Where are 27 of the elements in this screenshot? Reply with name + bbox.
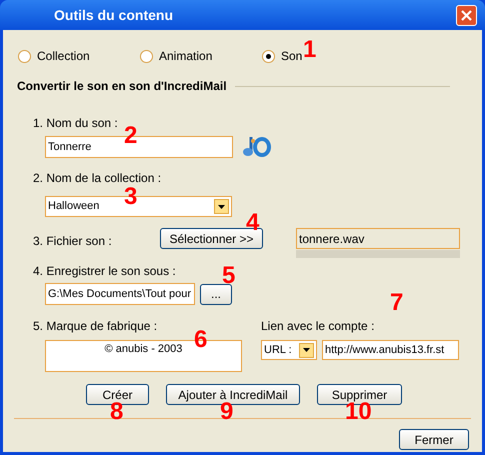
save-path-field[interactable]: G:\Mes Documents\Tout pour — [45, 283, 195, 305]
callout-number: 1 — [303, 38, 316, 62]
dropdown-caret-icon — [299, 342, 314, 358]
window-title: Outils du contenu — [54, 6, 173, 24]
field-label: 5. Marque de fabrique : — [33, 318, 158, 335]
radio-label[interactable]: Animation — [159, 47, 212, 65]
section-heading: Convertir le son en son d'IncrediMail — [17, 78, 227, 95]
callout-number: 7 — [390, 291, 404, 315]
radio-button[interactable] — [140, 50, 153, 62]
radio-label[interactable]: Collection — [37, 47, 90, 65]
dropdown-caret-icon — [214, 199, 229, 214]
field-label: 3. Fichier son : — [33, 233, 113, 250]
close-dialog-button[interactable]: Fermer — [399, 429, 469, 450]
field-label: Lien avec le compte : — [261, 318, 376, 335]
field-label: 2. Nom de la collection : — [33, 170, 162, 187]
field-label: 4. Enregistrer le son sous : — [33, 263, 176, 280]
close-icon — [461, 10, 472, 20]
radio-button[interactable] — [262, 50, 275, 62]
sound-file-field: tonnere.wav — [296, 228, 460, 249]
field-label: 1. Nom du son : — [33, 115, 118, 132]
music-note-icon — [243, 135, 271, 159]
link-type-dropdown[interactable]: URL : — [261, 340, 317, 360]
url-field[interactable]: http://www.anubis13.fr.st — [322, 340, 459, 360]
browse-button[interactable]: ... — [200, 284, 232, 304]
radio-button[interactable] — [18, 50, 31, 62]
radio-label[interactable]: Son — [281, 47, 302, 65]
close-button[interactable] — [456, 4, 477, 26]
